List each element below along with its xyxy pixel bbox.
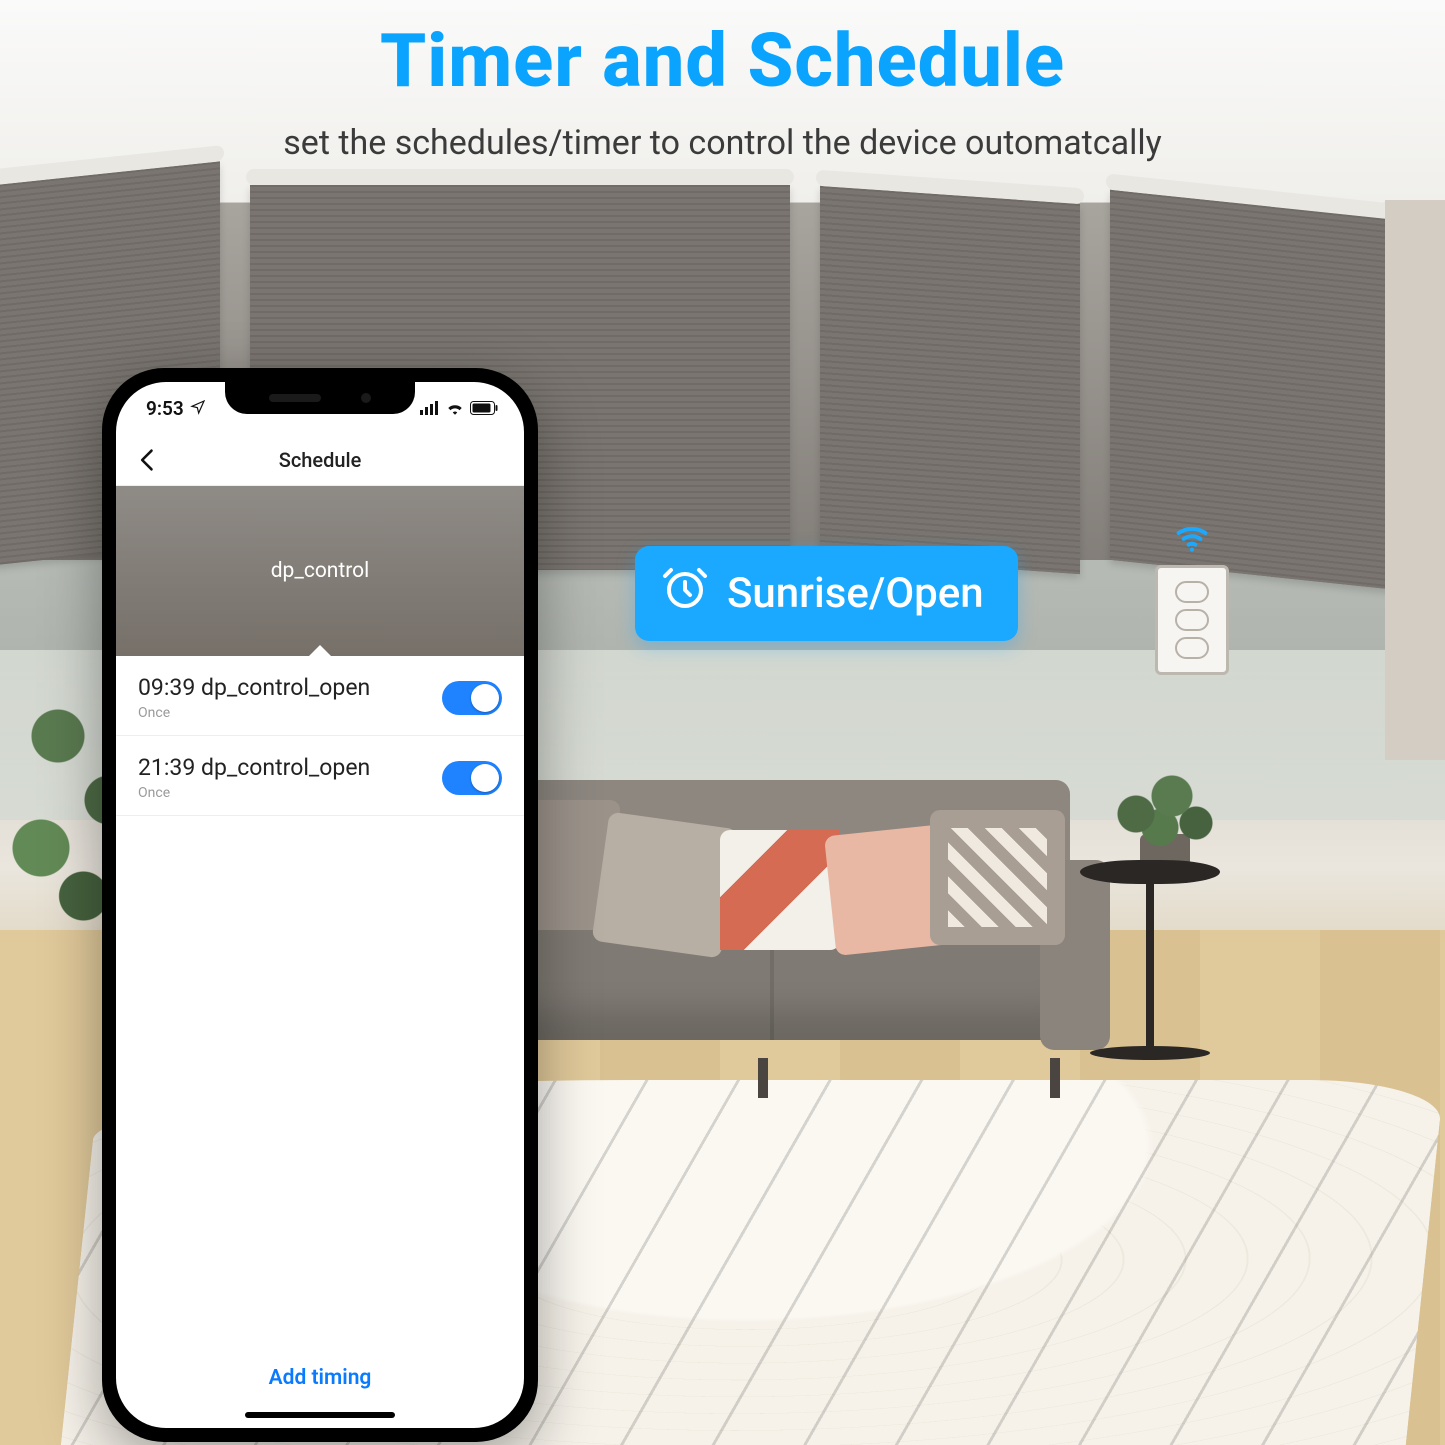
- nav-bar: Schedule: [116, 434, 524, 486]
- switch-button-stop[interactable]: [1175, 609, 1209, 631]
- phone-notch: [225, 382, 415, 414]
- battery-icon: [470, 401, 498, 415]
- wall-switch[interactable]: [1155, 565, 1229, 675]
- phone-mockup: 9:53 Schedule: [102, 368, 538, 1442]
- switch-button-down[interactable]: [1175, 637, 1209, 659]
- nav-title: Schedule: [279, 448, 362, 472]
- schedule-repeat: Once: [138, 785, 370, 801]
- pillow: [930, 810, 1065, 945]
- location-arrow-icon: [190, 397, 206, 420]
- wifi-icon: [446, 401, 464, 415]
- schedule-repeat: Once: [138, 705, 370, 721]
- device-banner: dp_control: [116, 486, 524, 656]
- add-timing-button[interactable]: Add timing: [116, 1336, 524, 1412]
- schedule-list: 09:39 dp_control_open Once 21:39 dp_cont…: [116, 656, 524, 1336]
- hero: Timer and Schedule set the schedules/tim…: [0, 18, 1445, 163]
- banner-label: dp_control: [271, 559, 370, 583]
- alarm-clock-icon: [661, 564, 709, 623]
- schedule-toggle[interactable]: [442, 761, 502, 795]
- wall: [1385, 200, 1445, 760]
- wifi-icon: [1172, 518, 1212, 562]
- switch-button-up[interactable]: [1175, 581, 1209, 603]
- pillow: [592, 812, 739, 959]
- schedule-row[interactable]: 09:39 dp_control_open Once: [116, 656, 524, 736]
- schedule-title: 09:39 dp_control_open: [138, 674, 370, 701]
- pillow: [720, 830, 840, 950]
- status-time: 9:53: [146, 397, 184, 420]
- callout-label: Sunrise/Open: [727, 569, 984, 618]
- hero-title: Timer and Schedule: [0, 18, 1445, 105]
- cellular-signal-icon: [420, 401, 440, 415]
- phone-screen: 9:53 Schedule: [116, 382, 524, 1428]
- chevron-left-icon: [134, 446, 162, 474]
- back-button[interactable]: [134, 446, 162, 474]
- roller-blind: [1110, 190, 1400, 590]
- schedule-title: 21:39 dp_control_open: [138, 754, 370, 781]
- sunrise-callout: Sunrise/Open: [635, 546, 1018, 641]
- side-table: [1080, 860, 1220, 1060]
- schedule-toggle[interactable]: [442, 681, 502, 715]
- schedule-row[interactable]: 21:39 dp_control_open Once: [116, 736, 524, 816]
- hero-subtitle: set the schedules/timer to control the d…: [0, 123, 1445, 163]
- home-indicator[interactable]: [245, 1412, 395, 1418]
- roller-blind: [820, 186, 1080, 574]
